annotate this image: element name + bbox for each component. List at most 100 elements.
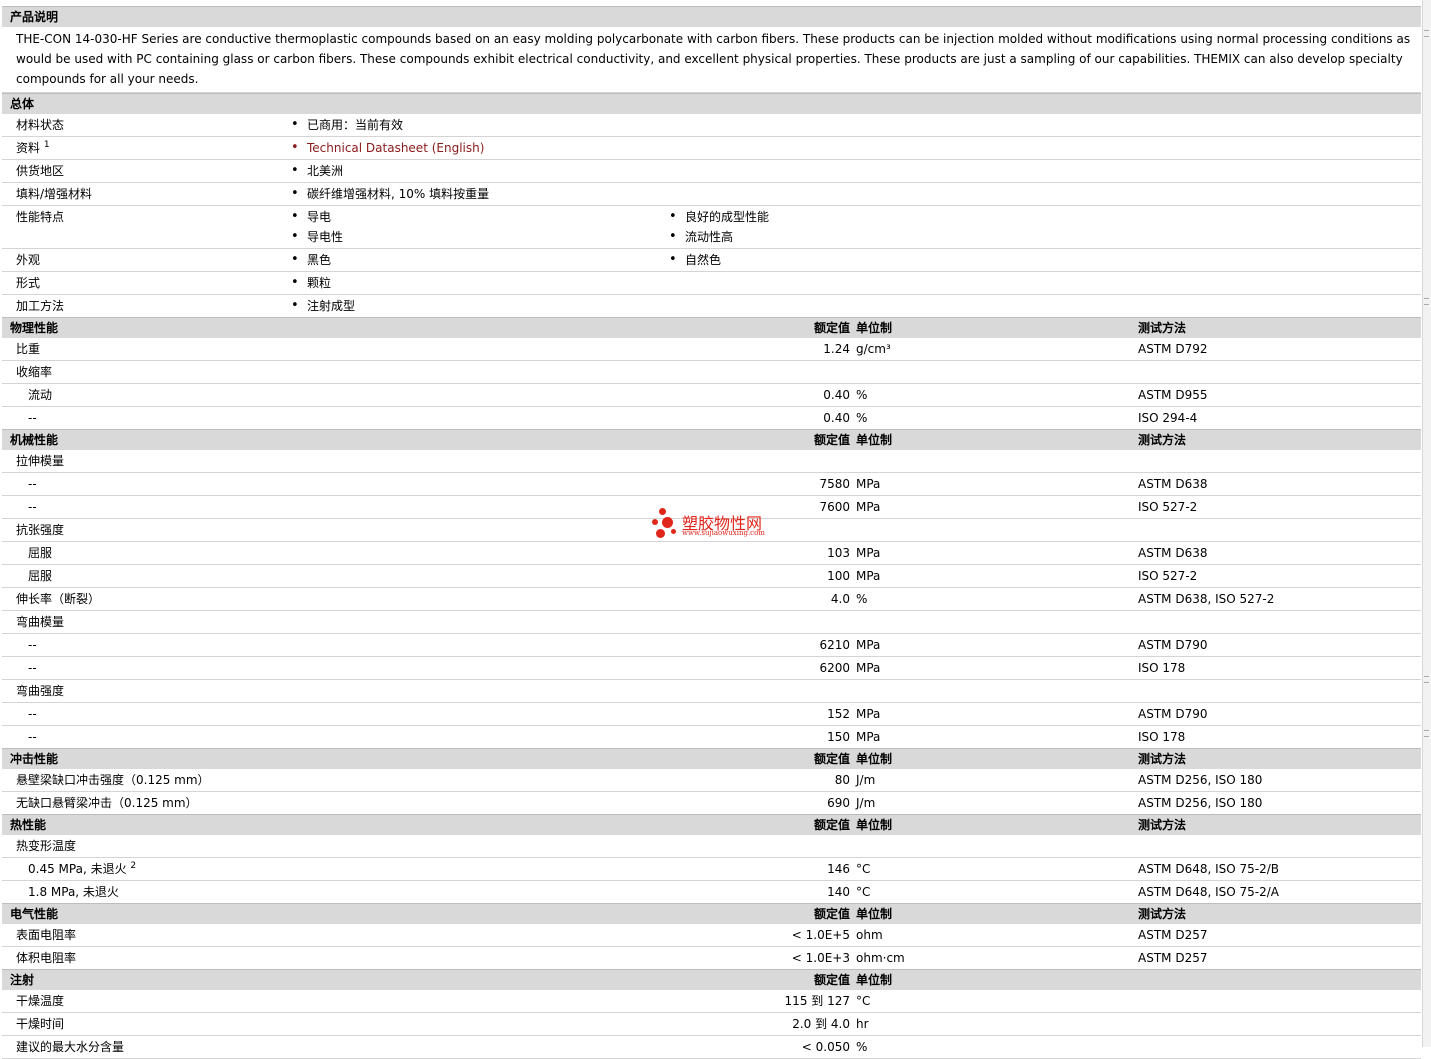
bullet-value: 注射成型 bbox=[291, 295, 355, 317]
column-header-unit: 单位制 bbox=[856, 321, 893, 335]
section-title: 机械性能 bbox=[10, 433, 59, 447]
property-label: -- bbox=[28, 500, 37, 514]
row-processing: 加工方法 注射成型 bbox=[2, 295, 1421, 317]
property-label: -- bbox=[28, 730, 37, 744]
row-label: 材料状态 bbox=[16, 118, 65, 132]
test-method: ISO 294-4 bbox=[1138, 411, 1198, 425]
test-method: ASTM D256, ISO 180 bbox=[1138, 796, 1263, 810]
property-value: 152 bbox=[827, 707, 850, 721]
column-header-unit: 单位制 bbox=[856, 433, 893, 447]
watermark-url: www.sujiaowuxing.com bbox=[682, 529, 765, 537]
product-description: THE-CON 14-030-HF Series are conductive … bbox=[2, 27, 1421, 93]
row-label: 外观 bbox=[16, 253, 41, 267]
property-label: 抗张强度 bbox=[16, 523, 65, 537]
property-value: < 0.050 bbox=[801, 1040, 850, 1054]
property-label: -- bbox=[28, 638, 37, 652]
property-label: 弯曲模量 bbox=[16, 615, 65, 629]
property-label: 体积电阻率 bbox=[16, 951, 77, 965]
test-method: ASTM D257 bbox=[1138, 928, 1208, 942]
property-label: 悬壁梁缺口冲击强度（0.125 mm） bbox=[16, 773, 210, 787]
section-header-mechanical: 机械性能 额定值 单位制 测试方法 bbox=[2, 429, 1421, 450]
property-row: -- 150 MPa ISO 178 bbox=[2, 726, 1421, 748]
property-unit: g/cm³ bbox=[856, 342, 891, 356]
property-value: 6200 bbox=[819, 661, 850, 675]
property-row: 建议的最大水分含量 < 0.050% bbox=[2, 1036, 1421, 1059]
property-label: 建议的最大水分含量 bbox=[16, 1040, 125, 1054]
property-unit: % bbox=[856, 1040, 868, 1054]
row-features: 性能特点 导电 良好的成型性能 导电性 流动性高 bbox=[2, 206, 1421, 249]
feature-item: 导电性 bbox=[291, 226, 343, 248]
property-row: -- 6210 MPa ASTM D790 bbox=[2, 634, 1421, 657]
property-row: 0.45 MPa, 未退火 2 146 °C ASTM D648, ISO 75-2/… bbox=[2, 858, 1421, 881]
test-method: ASTM D790 bbox=[1138, 707, 1208, 721]
property-value: < 1.0E+5 bbox=[791, 928, 850, 942]
property-unit: ohm bbox=[856, 928, 883, 942]
scrollbar[interactable] bbox=[1422, 0, 1431, 1047]
property-row: 屈服 103 MPa ASTM D638 bbox=[2, 542, 1421, 565]
property-unit: % bbox=[856, 411, 868, 425]
section-header-general: 总体 bbox=[2, 93, 1421, 114]
section-header-electrical: 电气性能 额定值 单位制 测试方法 bbox=[2, 903, 1421, 924]
property-row: -- 7580 MPa ASTM D638 bbox=[2, 473, 1421, 496]
property-unit: % bbox=[856, 592, 868, 606]
column-header-value: 额定值 bbox=[813, 752, 850, 766]
column-header-method: 测试方法 bbox=[1138, 818, 1187, 832]
property-unit: MPa bbox=[856, 569, 881, 583]
feature-item: 导电 bbox=[291, 206, 331, 228]
row-label: 加工方法 bbox=[16, 299, 65, 313]
property-row: -- 152 MPa ASTM D790 bbox=[2, 703, 1421, 726]
property-row: 无缺口悬臂梁冲击（0.125 mm） 690 J/m ASTM D256, ISO 1… bbox=[2, 792, 1421, 814]
section-title: 产品说明 bbox=[10, 10, 59, 24]
property-label: -- bbox=[28, 707, 37, 721]
property-label: 表面电阻率 bbox=[16, 928, 77, 942]
property-row: 弯曲强度 bbox=[2, 680, 1421, 703]
bullet-value: 已商用：当前有效 bbox=[291, 114, 403, 136]
column-header-unit: 单位制 bbox=[856, 752, 893, 766]
property-row: 体积电阻率 < 1.0E+3 ohm·cm ASTM D257 bbox=[2, 947, 1421, 969]
test-method: ISO 527-2 bbox=[1138, 569, 1198, 583]
property-value: 103 bbox=[827, 546, 850, 560]
section-title: 总体 bbox=[10, 97, 35, 111]
property-row: 屈服 100 MPa ISO 527-2 bbox=[2, 565, 1421, 588]
property-value: 0.40 bbox=[823, 388, 850, 402]
section-header-physical: 物理性能 额定值 单位制 测试方法 bbox=[2, 317, 1421, 338]
feature-item: 良好的成型性能 bbox=[669, 206, 769, 228]
watermark-logo: 塑胶物性网 www.sujiaowuxing.com bbox=[652, 508, 792, 542]
property-row: 拉伸模量 bbox=[2, 450, 1421, 473]
property-label: 流动 bbox=[28, 388, 53, 402]
property-row: 悬壁梁缺口冲击强度（0.125 mm） 80 J/m ASTM D256, ISO 1… bbox=[2, 769, 1421, 792]
property-value: 150 bbox=[827, 730, 850, 744]
property-row: 热变形温度 bbox=[2, 835, 1421, 858]
property-unit: MPa bbox=[856, 500, 881, 514]
row-filler: 填料/增强材料 碳纤维增强材料, 10% 填料按重量 bbox=[2, 183, 1421, 206]
property-value: 146 bbox=[827, 862, 850, 876]
row-documents: 资料 1 Technical Datasheet (English) bbox=[2, 137, 1421, 160]
column-header-value: 额定值 bbox=[813, 321, 850, 335]
section-title: 冲击性能 bbox=[10, 752, 59, 766]
test-method: ASTM D256, ISO 180 bbox=[1138, 773, 1263, 787]
property-value: 6210 bbox=[819, 638, 850, 652]
test-method: ASTM D648, ISO 75-2/A bbox=[1138, 885, 1279, 899]
property-row: 1.8 MPa, 未退火 140 °C ASTM D648, ISO 75-2/A bbox=[2, 881, 1421, 903]
footnote-marker: 2 bbox=[130, 861, 137, 871]
property-label: -- bbox=[28, 477, 37, 491]
property-value: 690 bbox=[827, 796, 850, 810]
property-unit: MPa bbox=[856, 477, 881, 491]
property-label: 屈服 bbox=[28, 546, 53, 560]
property-unit: J/m bbox=[856, 773, 876, 787]
property-value: 100 bbox=[827, 569, 850, 583]
test-method: ASTM D955 bbox=[1138, 388, 1208, 402]
property-row: 伸长率（断裂） 4.0% ASTM D638, ISO 527-2 bbox=[2, 588, 1421, 611]
section-title: 物理性能 bbox=[10, 321, 59, 335]
property-label: 弯曲强度 bbox=[16, 684, 65, 698]
row-material-status: 材料状态 已商用：当前有效 bbox=[2, 114, 1421, 137]
row-label: 资料 1 bbox=[16, 140, 50, 156]
row-label: 性能特点 bbox=[16, 210, 65, 224]
property-unit: MPa bbox=[856, 730, 881, 744]
property-row: 干燥温度 115 到 127 °C bbox=[2, 990, 1421, 1013]
property-row: 干燥时间 2.0 到 4.0 hr bbox=[2, 1013, 1421, 1036]
property-row: -- 0.40% ISO 294-4 bbox=[2, 407, 1421, 429]
property-unit: % bbox=[856, 388, 868, 402]
technical-datasheet-link[interactable]: Technical Datasheet (English) bbox=[291, 137, 484, 159]
row-label: 填料/增强材料 bbox=[16, 187, 93, 201]
